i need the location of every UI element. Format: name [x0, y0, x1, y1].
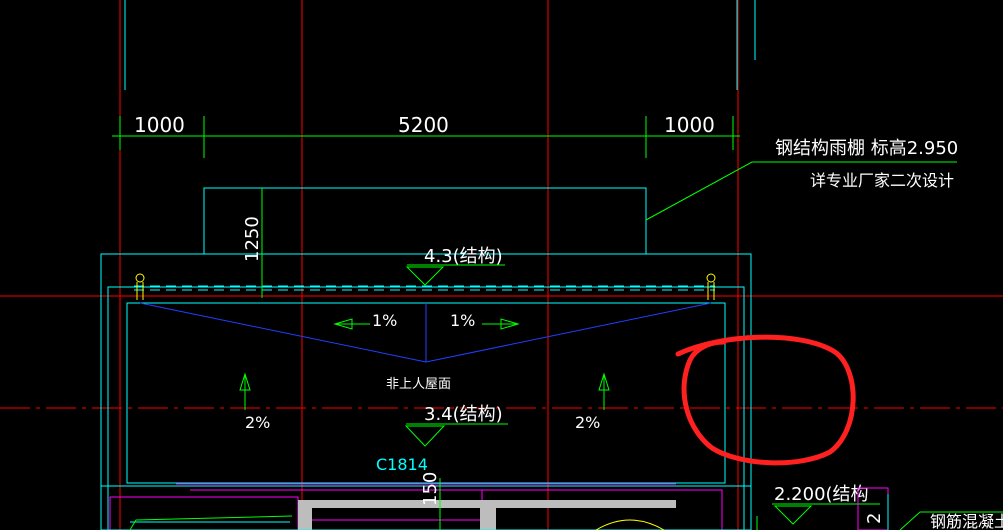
lower-floor-walls: [298, 500, 676, 530]
window-tag: C1814: [376, 455, 428, 474]
lower-dimension-label: 150: [420, 472, 441, 506]
slope-right-label: 1%: [450, 311, 475, 330]
lower-magenta-box-right: [481, 489, 723, 530]
drain-right-icon: [706, 273, 716, 283]
slope-down-left-label: 2%: [245, 413, 270, 432]
wall-left: [298, 500, 312, 530]
slope-arrows: [239, 318, 610, 410]
highlight-circle: [675, 334, 856, 466]
lower-magenta-box-left: [109, 496, 299, 530]
wall-top-band: [312, 500, 480, 508]
roof-label: 非上人屋面: [386, 377, 451, 392]
callout-subtitle: 详专业厂家二次设计: [810, 171, 954, 190]
dimension-right-label: 1000: [664, 113, 715, 137]
slope-down-right-label: 2%: [575, 413, 600, 432]
elevation-marker-top: [405, 264, 505, 286]
grid-ref-lines: [124, 0, 756, 90]
dimension-left-label: 1000: [134, 113, 185, 137]
elevation-right-triangle: [773, 505, 813, 525]
dimension-middle-label: 5200: [398, 113, 449, 137]
elevation-marker-right: [756, 503, 880, 530]
right-partial-dimension: 2: [864, 513, 885, 524]
wall-right: [480, 500, 496, 530]
elevation-top-triangle: [405, 266, 445, 286]
slope-left-label: 1%: [372, 311, 397, 330]
cad-drawing-canvas: 1000 5200 1000 1250 钢结构雨棚 标高2.950 详专业厂家二…: [0, 0, 1003, 530]
elevation-top-label: 4.3(结构): [424, 246, 503, 267]
callout-title: 钢结构雨棚 标高2.950: [775, 138, 958, 159]
wall-right-band: [496, 500, 676, 508]
elevation-mid-triangle: [404, 425, 446, 447]
corner-text: 钢筋混凝土: [930, 512, 1003, 530]
elevation-marker-mid: [404, 423, 508, 447]
vertical-dimension-label: 1250: [242, 216, 263, 262]
canopy-top-box: [203, 187, 647, 254]
lower-yellow-arc: [595, 519, 665, 530]
lower-green-wall: [129, 515, 293, 530]
drain-left-icon: [135, 273, 145, 283]
elevation-right-label: 2.200(结构: [774, 484, 869, 505]
slope-lines: [139, 302, 712, 363]
elevation-mid-label: 3.4(结构): [424, 404, 503, 425]
